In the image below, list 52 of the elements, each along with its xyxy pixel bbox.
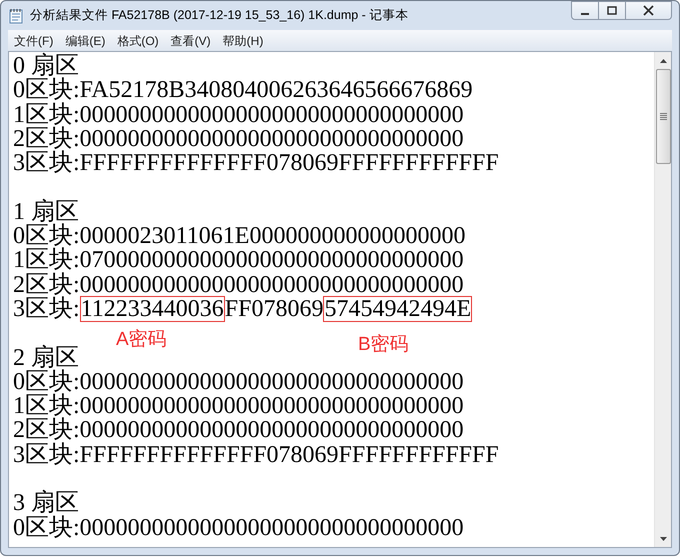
block-label: 1区块: bbox=[13, 248, 80, 273]
block-label: 2区块: bbox=[13, 272, 80, 297]
block-label: 0区块: bbox=[13, 78, 80, 103]
block-data: 00000000000000000000000000000000 bbox=[80, 126, 464, 152]
maximize-button[interactable] bbox=[599, 1, 626, 20]
sector-heading: 2 扇区 bbox=[13, 346, 79, 370]
sector-heading: 0 扇区 bbox=[13, 54, 79, 78]
maximize-icon bbox=[607, 6, 617, 16]
block-label: 3区块: bbox=[13, 151, 80, 176]
grip-icon bbox=[660, 113, 666, 120]
block-label: 0区块: bbox=[13, 224, 80, 248]
notepad-icon bbox=[8, 8, 24, 24]
block-label: 3区块: bbox=[13, 442, 80, 468]
block-label: 1区块: bbox=[13, 394, 80, 418]
down-arrow-icon bbox=[660, 536, 666, 540]
minimize-button[interactable] bbox=[571, 1, 599, 20]
block-label: 2区块: bbox=[13, 418, 80, 443]
sector-heading: 3 扇区 bbox=[13, 491, 79, 516]
block-label: 0区块: bbox=[13, 516, 80, 540]
close-button[interactable] bbox=[626, 1, 672, 20]
menu-item[interactable]: 文件(F) bbox=[8, 32, 60, 50]
scrollbar-track[interactable] bbox=[654, 52, 671, 547]
menu-item[interactable]: 格式(O) bbox=[111, 32, 165, 50]
menu-item[interactable]: 查看(V) bbox=[164, 32, 217, 50]
block-data: 0000023011061E000000000000000000 bbox=[80, 224, 466, 248]
highlighted-key: 112233440036 bbox=[80, 296, 224, 322]
block-data: 00000000000000000000000000000000 bbox=[80, 516, 464, 540]
annotation-label: B密码 bbox=[358, 334, 409, 356]
block-data: 00000000000000000000000000000000 bbox=[80, 418, 464, 443]
block-data: 00000000000000000000000000000000 bbox=[80, 272, 464, 297]
close-icon bbox=[643, 5, 654, 16]
annotation-label: A密码 bbox=[116, 329, 167, 352]
minimize-icon bbox=[581, 12, 589, 14]
highlighted-key: 57454942494E bbox=[324, 296, 472, 322]
block-data: 00000000000000000000000000000000 bbox=[80, 370, 464, 394]
block-label: 1区块: bbox=[13, 102, 80, 127]
sector-heading: 1 扇区 bbox=[13, 200, 79, 224]
block-data: FFFFFFFFFFFFFF078069FFFFFFFFFFFF bbox=[80, 151, 499, 176]
menu-item[interactable]: 编辑(E) bbox=[59, 32, 112, 50]
up-arrow-icon bbox=[660, 58, 666, 62]
scrollbar-thumb[interactable] bbox=[656, 69, 670, 164]
menu-item[interactable]: 帮助(H) bbox=[216, 32, 270, 50]
block-data: FF078069 bbox=[224, 296, 324, 322]
block-data: 07000000000000000000000000000000 bbox=[80, 248, 464, 273]
window-title: 分析結果文件 FA52178B (2017-12-19 15_53_16) 1K.dump - 记事本 bbox=[30, 7, 408, 24]
block-label: 2区块: bbox=[13, 126, 80, 152]
block-data: 00000000000000000000000000000000 bbox=[80, 102, 464, 127]
block-data: 00000000000000000000000000000000 bbox=[80, 394, 464, 418]
block-label: 3区块: bbox=[13, 296, 80, 322]
block-label: 0区块: bbox=[13, 370, 80, 394]
block-data: FA52178B340804006263646566676869 bbox=[80, 78, 473, 103]
block-data: FFFFFFFFFFFFFF078069FFFFFFFFFFFF bbox=[80, 442, 499, 468]
